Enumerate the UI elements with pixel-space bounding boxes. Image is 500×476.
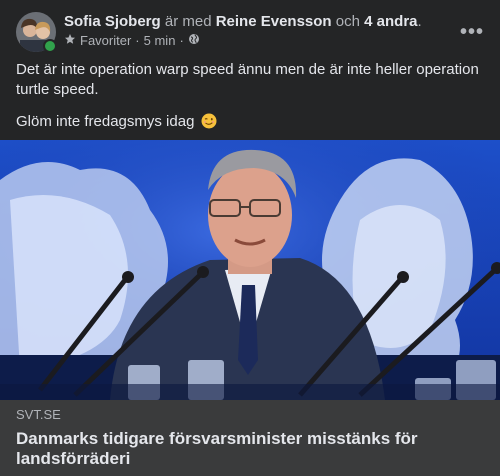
audience-label[interactable]: Favoriter <box>80 33 131 49</box>
star-icon <box>64 33 76 49</box>
link-preview-caption: SVT.SE Danmarks tidigare försvarsministe… <box>0 400 500 476</box>
more-icon: ••• <box>459 20 484 43</box>
post-body-line-2: Glöm inte fredagsmys idag <box>16 112 484 132</box>
author-avatar[interactable] <box>16 12 57 53</box>
post-text: Det är inte operation warp speed ännu me… <box>16 60 484 144</box>
end-punct: . <box>417 13 422 30</box>
post-meta: Sofia Sjoberg är med Reine Evensson och … <box>64 12 444 49</box>
more-options-button[interactable]: ••• <box>454 14 490 50</box>
post-time[interactable]: 5 min <box>144 33 176 49</box>
tagged-others[interactable]: 4 andra <box>364 13 417 30</box>
separator: · <box>179 33 184 48</box>
post-body-text: Glöm inte fredagsmys idag <box>16 113 195 130</box>
post-body-line: Det är inte operation warp speed ännu me… <box>16 61 479 98</box>
post-author-line: Sofia Sjoberg är med Reine Evensson och … <box>64 12 444 31</box>
globe-icon[interactable] <box>188 33 200 49</box>
link-title[interactable]: Danmarks tidigare försvarsminister misst… <box>16 429 484 469</box>
tagged-person[interactable]: Reine Evensson <box>216 13 332 30</box>
and-text: och <box>335 13 360 30</box>
post-header: Sofia Sjoberg är med Reine Evensson och … <box>16 12 484 53</box>
winking-face-icon <box>201 113 217 129</box>
link-preview[interactable]: SVT.SE Danmarks tidigare försvarsministe… <box>0 140 500 476</box>
with-text: är med <box>164 13 212 30</box>
post-subline: Favoriter · 5 min · <box>64 33 444 49</box>
link-preview-image <box>0 140 500 400</box>
online-status-dot <box>43 39 57 53</box>
link-domain: SVT.SE <box>16 407 61 422</box>
separator: · <box>135 33 140 48</box>
feed-post: Sofia Sjoberg är med Reine Evensson och … <box>0 0 500 476</box>
author-name[interactable]: Sofia Sjoberg <box>64 13 161 30</box>
